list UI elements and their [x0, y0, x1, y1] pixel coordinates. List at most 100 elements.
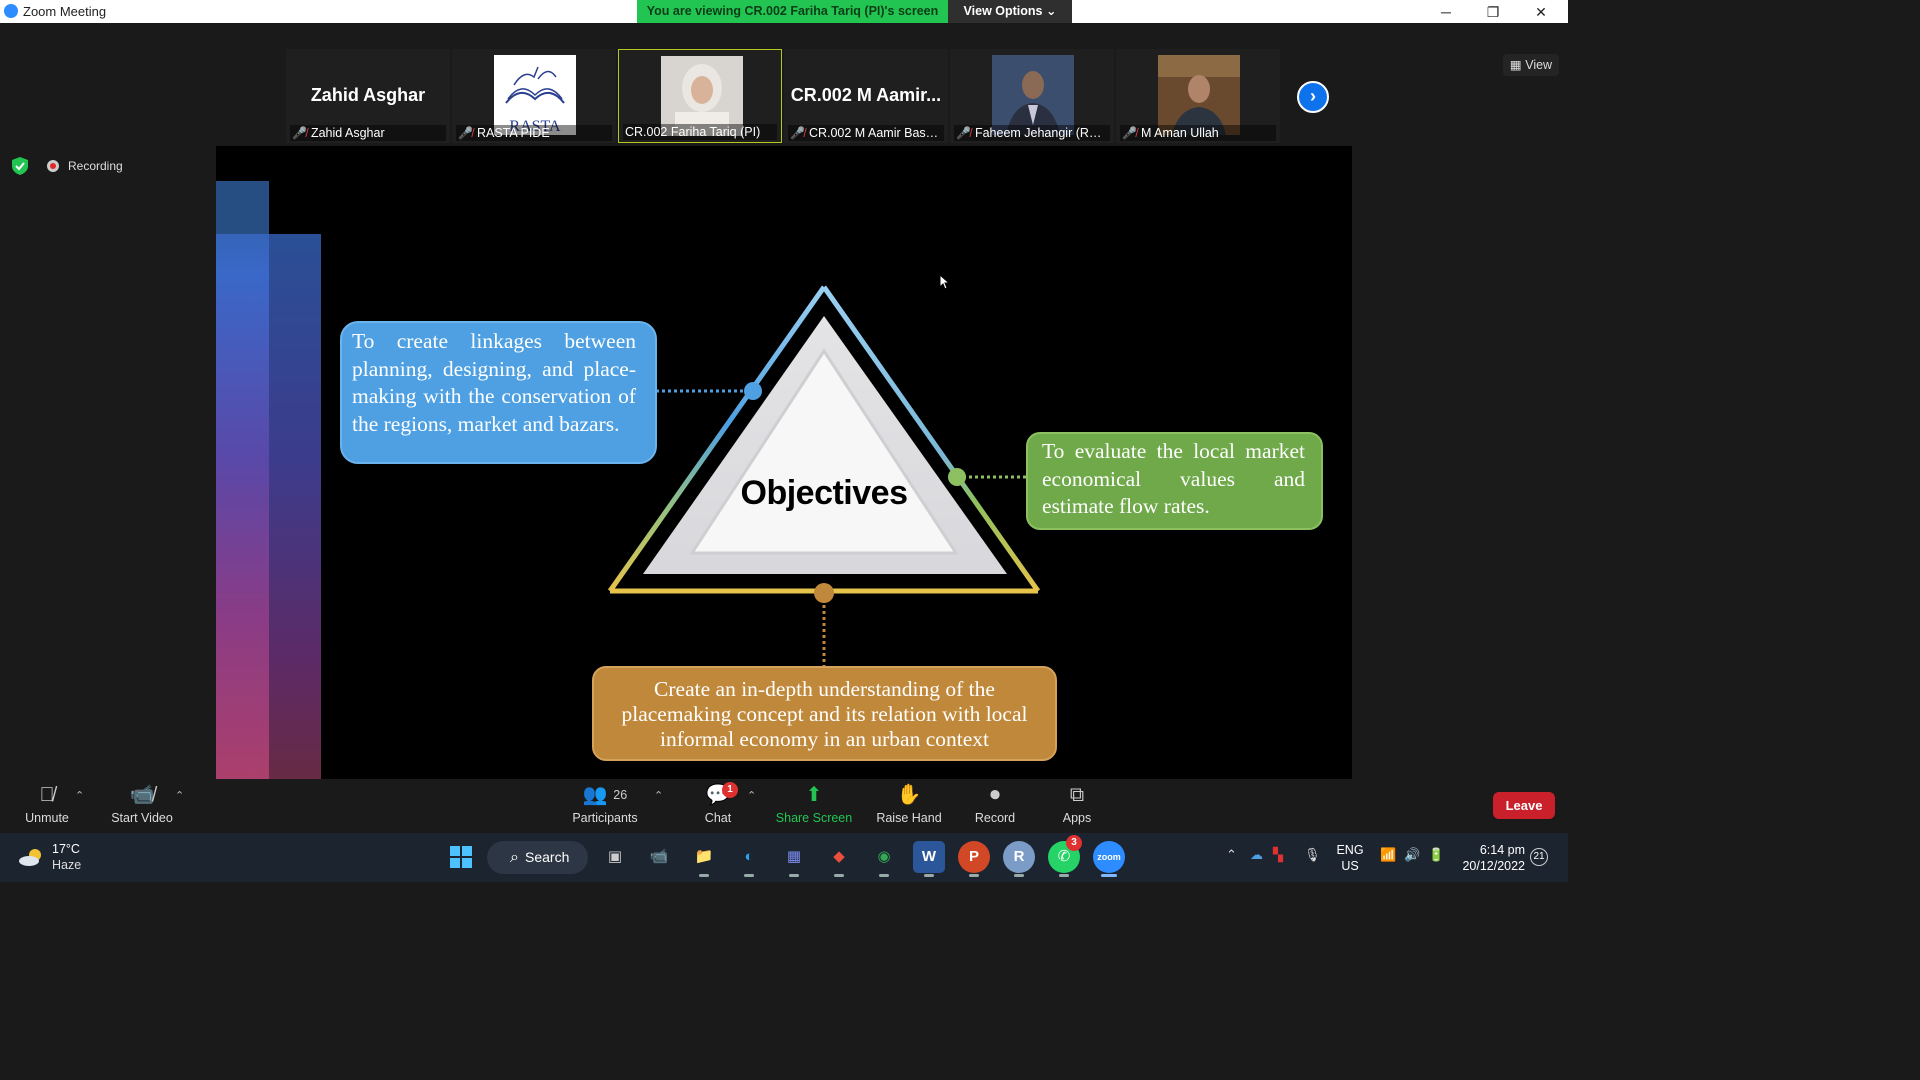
- clock-time: 6:14 pm: [1479, 843, 1525, 857]
- next-page-arrow-icon[interactable]: ›: [1297, 81, 1329, 113]
- volume-icon[interactable]: 🔊: [1404, 847, 1420, 863]
- meeting-area: Zahid Asghar 🎤̸ Zahid Asghar RASTA 🎤̸ RAST…: [0, 23, 1568, 802]
- show-hidden-icons-caret-icon[interactable]: ⌃: [1226, 847, 1237, 863]
- objectives-title: Objectives: [740, 474, 908, 512]
- view-options-label: View Options: [963, 4, 1043, 18]
- word-app-icon[interactable]: W: [913, 841, 945, 877]
- r-app-icon[interactable]: R: [1003, 841, 1035, 877]
- participants-button[interactable]: 👥 26 Participants: [566, 779, 644, 833]
- participants-icon: 👥: [582, 784, 608, 806]
- share-screen-button[interactable]: ⬆ Share Screen: [774, 779, 854, 833]
- powerpoint-app-icon[interactable]: P: [958, 841, 990, 877]
- tray-app-icon[interactable]: ▚: [1273, 847, 1283, 863]
- participant-photo: [992, 55, 1074, 135]
- participant-tile[interactable]: RASTA 🎤̸ RASTA PIDE: [452, 49, 616, 143]
- unmute-label: Unmute: [25, 811, 69, 825]
- participant-tile[interactable]: 🎤̸ M Aman Ullah: [1116, 49, 1280, 143]
- mic-muted-icon: 🎤̸: [1122, 126, 1137, 140]
- battery-icon[interactable]: 🔋: [1428, 847, 1444, 863]
- raise-hand-label: Raise Hand: [876, 811, 942, 825]
- windows-start-icon[interactable]: [445, 841, 477, 873]
- mic-muted-icon: 🎙̸: [39, 784, 55, 806]
- raise-hand-button[interactable]: ✋ Raise Hand: [874, 779, 944, 833]
- participant-tile[interactable]: 🎤̸ Faheem Jehangir (RAS...: [950, 49, 1114, 143]
- mic-muted-icon: 🎤̸: [790, 126, 805, 140]
- recording-icon: [47, 160, 59, 172]
- mouse-cursor-icon: [939, 274, 951, 290]
- chevron-down-icon: ⌄: [1045, 4, 1057, 18]
- participant-name: CR.002 M Aamir Bashe...: [808, 126, 944, 140]
- file-explorer-icon[interactable]: 📁: [688, 841, 720, 877]
- shared-screen-slide: Objectives To create linkages between pl…: [216, 146, 1352, 802]
- view-options-button[interactable]: View Options ⌄: [948, 0, 1072, 23]
- search-label: Search: [525, 849, 570, 865]
- participant-name: RASTA PIDE: [476, 126, 550, 140]
- participant-name: CR.002 Fariha Tariq (PI): [625, 125, 761, 139]
- objective-box-green: To evaluate the local market economical …: [1026, 432, 1323, 530]
- zoom-app-icon[interactable]: zoom: [1093, 841, 1125, 877]
- task-view-icon[interactable]: ▣: [599, 841, 631, 873]
- record-button[interactable]: ⏺ Record: [970, 779, 1020, 833]
- shield-check-icon[interactable]: [12, 157, 28, 175]
- participants-options-caret-icon[interactable]: ⌃: [654, 789, 663, 802]
- microphone-icon[interactable]: 🎙: [1304, 847, 1321, 863]
- restore-button[interactable]: ❐: [1478, 2, 1508, 22]
- participants-count: 26: [613, 788, 628, 802]
- keyboard-region: US: [1341, 859, 1359, 873]
- wifi-icon[interactable]: 📶: [1380, 847, 1396, 863]
- share-screen-label: Share Screen: [775, 811, 853, 825]
- taskbar-clock[interactable]: 6:14 pm 20/12/2022: [1455, 842, 1525, 874]
- mic-muted-icon: 🎤̸: [292, 126, 307, 140]
- share-screen-icon: ⬆: [805, 784, 823, 806]
- search-icon: ⌕: [510, 849, 519, 866]
- record-label: Record: [974, 811, 1016, 825]
- weather-condition: Haze: [52, 858, 82, 872]
- chat-button[interactable]: 💬 Chat 1: [692, 779, 744, 833]
- window-title: Zoom Meeting: [23, 4, 107, 19]
- participant-tile[interactable]: Zahid Asghar 🎤̸ Zahid Asghar: [286, 49, 450, 143]
- close-button[interactable]: ✕: [1526, 2, 1556, 22]
- participant-tile-active-speaker[interactable]: CR.002 Fariha Tariq (PI): [618, 49, 782, 143]
- apps-button[interactable]: ⧉ Apps: [1056, 779, 1098, 833]
- participant-name: Faheem Jehangir (RAS...: [974, 126, 1110, 140]
- teams-chat-icon[interactable]: 📹: [643, 841, 675, 873]
- language-code: ENG: [1336, 843, 1364, 857]
- leave-button[interactable]: Leave: [1493, 792, 1555, 819]
- view-layout-button[interactable]: ▦ View: [1503, 54, 1559, 76]
- taskbar-search[interactable]: ⌕ Search: [487, 841, 588, 874]
- view-label: View: [1525, 58, 1553, 72]
- minimize-button[interactable]: ─: [1431, 2, 1461, 22]
- chat-options-caret-icon[interactable]: ⌃: [747, 789, 756, 802]
- input-language[interactable]: ENG US: [1336, 842, 1364, 874]
- rasta-logo: RASTA: [494, 55, 576, 135]
- apps-grid-icon[interactable]: ▦: [778, 841, 810, 877]
- recording-label: Recording: [68, 159, 123, 173]
- hand-icon: ✋: [896, 784, 922, 806]
- unmute-button[interactable]: 🎙̸ Unmute: [18, 779, 76, 833]
- objective-box-gold: Create an in-depth understanding of the …: [592, 666, 1057, 761]
- viewing-screen-banner: You are viewing CR.002 Fariha Tariq (PI)…: [637, 0, 948, 23]
- apps-icon: ⧉: [1069, 784, 1085, 806]
- git-app-icon[interactable]: ◆: [823, 841, 855, 877]
- start-video-button[interactable]: 📹̸ Start Video: [104, 779, 180, 833]
- audio-options-caret-icon[interactable]: ⌃: [75, 789, 84, 802]
- mic-muted-icon: 🎤̸: [458, 126, 473, 140]
- grid-icon: ▦: [1509, 58, 1522, 72]
- chrome-browser-icon[interactable]: ◉: [868, 841, 900, 877]
- video-off-icon: 📹̸: [129, 784, 155, 806]
- participants-label: Participants: [572, 811, 638, 825]
- edge-browser-icon[interactable]: ◐: [733, 841, 765, 877]
- clock-date: 20/12/2022: [1462, 859, 1525, 873]
- participant-tile[interactable]: CR.002 M Aamir... 🎤̸ CR.002 M Aamir Bashe…: [784, 49, 948, 143]
- notification-center-badge[interactable]: 21: [1530, 848, 1548, 866]
- record-icon: ⏺: [990, 784, 1000, 806]
- weather-haze-icon: [19, 849, 41, 866]
- participant-name: Zahid Asghar: [310, 126, 385, 140]
- onedrive-cloud-icon[interactable]: ☁: [1250, 847, 1263, 863]
- title-bar: Zoom Meeting You are viewing CR.002 Fari…: [0, 0, 1568, 23]
- video-options-caret-icon[interactable]: ⌃: [175, 789, 184, 802]
- zoom-logo-icon: [4, 4, 18, 18]
- meeting-controls-toolbar: 🎙̸ Unmute ⌃ 📹̸ Start Video ⌃ 👥 26 Partic…: [0, 779, 1568, 833]
- participant-display-name: Zahid Asghar: [310, 85, 426, 105]
- whatsapp-app-icon[interactable]: ✆ 3: [1048, 835, 1082, 877]
